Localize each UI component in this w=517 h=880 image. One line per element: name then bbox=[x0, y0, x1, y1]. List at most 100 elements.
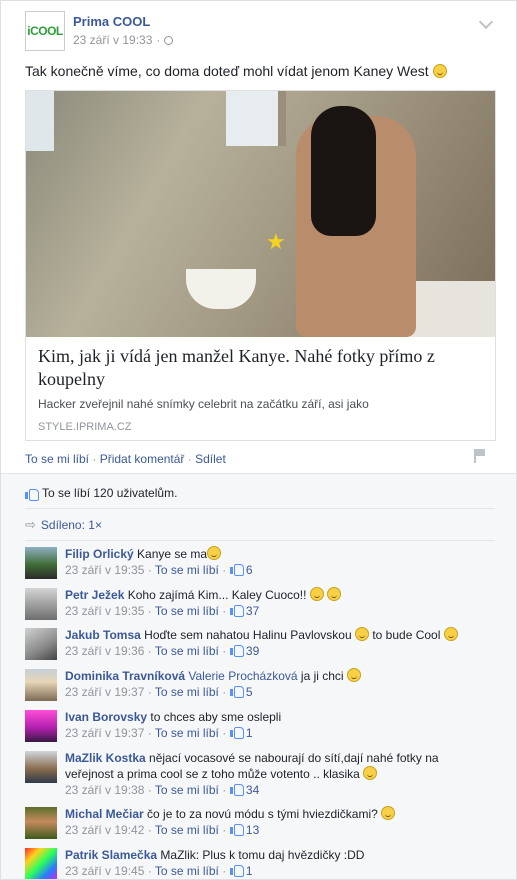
comment-like-count[interactable]: 34 bbox=[246, 783, 259, 797]
comment-like-count[interactable]: 39 bbox=[246, 644, 259, 658]
thumbs-up-icon bbox=[25, 487, 39, 501]
comment-like-link[interactable]: To se mi líbí bbox=[155, 563, 219, 577]
likes-summary-text[interactable]: To se líbí 120 uživatelům. bbox=[42, 486, 177, 500]
photo-bathtub bbox=[406, 281, 495, 337]
comment-body: MaZlik Kostka nějací vocasové se naboura… bbox=[65, 750, 475, 798]
comment-like-link[interactable]: To se mi líbí bbox=[155, 604, 219, 618]
flag-icon[interactable] bbox=[474, 449, 486, 463]
star-icon: ★ bbox=[266, 229, 286, 254]
comment-like-link[interactable]: To se mi líbí bbox=[155, 864, 219, 878]
page-name-link[interactable]: Prima COOL bbox=[73, 14, 150, 29]
comment-like-count[interactable]: 13 bbox=[246, 823, 259, 837]
thumbs-up-icon bbox=[229, 684, 244, 698]
smile-emoji-icon bbox=[381, 806, 396, 820]
comment-like-count[interactable]: 5 bbox=[246, 685, 253, 699]
smile-emoji-icon bbox=[346, 668, 361, 682]
meta-separator: · bbox=[156, 33, 161, 47]
chevron-down-icon[interactable] bbox=[478, 14, 494, 30]
post-card: iCOOL Prima COOL 23 září v 19:33 · Tak k… bbox=[0, 0, 517, 880]
comment-time[interactable]: 23 září v 19:37 bbox=[65, 685, 144, 699]
post-text: Tak konečně víme, co doma doteď mohl víd… bbox=[25, 63, 447, 79]
avatar[interactable] bbox=[25, 710, 57, 742]
smile-emoji-icon bbox=[443, 627, 458, 641]
photo-window bbox=[226, 91, 286, 146]
divider bbox=[25, 508, 495, 509]
comment-author[interactable]: MaZlik Kostka bbox=[65, 751, 146, 765]
like-action[interactable]: To se mi líbí bbox=[25, 452, 89, 466]
comment-like-link[interactable]: To se mi líbí bbox=[155, 823, 219, 837]
comment-like-link[interactable]: To se mi líbí bbox=[155, 726, 219, 740]
comment-mention[interactable]: Valerie Procházková bbox=[188, 669, 297, 683]
avatar[interactable] bbox=[25, 751, 57, 783]
comment-like-count[interactable]: 37 bbox=[246, 604, 259, 618]
comment-body: Michal Mečiar čo je to za novú módu s tý… bbox=[65, 806, 475, 838]
divider bbox=[25, 540, 495, 541]
comment-meta: 23 září v 19:45 · To se mi líbí · 1 bbox=[65, 863, 253, 878]
comment-text: čo je to za novú módu s tými hviezdičkam… bbox=[147, 807, 378, 821]
comment-text: to bude Cool bbox=[372, 628, 441, 642]
comment-author[interactable]: Ivan Borovsky bbox=[65, 710, 147, 724]
comment-body: Ivan Borovsky to chces aby sme oslepli 2… bbox=[65, 709, 475, 741]
thumbs-up-icon bbox=[229, 782, 244, 796]
comment-meta: 23 září v 19:37 · To se mi líbí · 1 bbox=[65, 726, 253, 740]
link-source: STYLE.IPRIMA.CZ bbox=[38, 421, 132, 433]
smile-emoji-icon bbox=[432, 64, 447, 78]
post-timestamp[interactable]: 23 září v 19:33 bbox=[73, 33, 152, 47]
comment-like-link[interactable]: To se mi líbí bbox=[155, 783, 219, 797]
smile-emoji-icon bbox=[363, 766, 378, 780]
comment-author[interactable]: Michal Mečiar bbox=[65, 807, 144, 821]
comment-like-link[interactable]: To se mi líbí bbox=[155, 644, 219, 658]
action-separator: · bbox=[92, 452, 97, 466]
comment-time[interactable]: 23 září v 19:35 bbox=[65, 604, 144, 618]
comment-like-count[interactable]: 1 bbox=[246, 864, 253, 878]
shares-summary[interactable]: ⇨ Sdíleno: 1× bbox=[25, 517, 102, 533]
comment-time[interactable]: 23 září v 19:38 bbox=[65, 783, 144, 797]
comment-text: Hoďte sem nahatou Halinu Pavlovskou bbox=[144, 628, 352, 642]
share-action[interactable]: Sdílet bbox=[195, 452, 226, 466]
link-title[interactable]: Kim, jak ji vídá jen manžel Kanye. Nahé … bbox=[38, 345, 483, 391]
avatar[interactable] bbox=[25, 628, 57, 660]
comment-meta: 23 září v 19:35 · To se mi líbí · 37 bbox=[65, 604, 260, 618]
comment-action[interactable]: Přidat komentář bbox=[100, 452, 185, 466]
comment-body: Jakub Tomsa Hoďte sem nahatou Halinu Pav… bbox=[65, 627, 475, 659]
shares-summary-text[interactable]: Sdíleno: 1× bbox=[41, 518, 102, 532]
photo-hair bbox=[311, 106, 376, 236]
link-image[interactable]: ★ bbox=[26, 91, 495, 337]
comment-author[interactable]: Petr Ježek bbox=[65, 588, 124, 602]
comment-meta: 23 září v 19:38 · To se mi líbí · 34 bbox=[65, 782, 260, 797]
avatar[interactable] bbox=[25, 588, 57, 620]
likes-summary[interactable]: To se líbí 120 uživatelům. bbox=[25, 486, 177, 501]
comment-text: to chces aby sme oslepli bbox=[150, 710, 282, 724]
comment: MaZlik Kostka nějací vocasové se naboura… bbox=[25, 751, 495, 797]
comment-author[interactable]: Dominika Travníková bbox=[65, 669, 185, 683]
page-logo: iCOOL bbox=[27, 24, 63, 38]
smile-emoji-icon bbox=[355, 627, 369, 641]
avatar[interactable] bbox=[25, 669, 57, 701]
thumbs-up-icon bbox=[229, 822, 244, 836]
photo-sink bbox=[186, 269, 256, 309]
page-avatar[interactable]: iCOOL bbox=[25, 11, 65, 51]
comment-author[interactable]: Patrik Slamečka bbox=[65, 848, 157, 862]
link-preview[interactable]: ★ Kim, jak ji vídá jen manžel Kanye. Nah… bbox=[25, 90, 496, 441]
comment-like-count[interactable]: 6 bbox=[246, 563, 253, 577]
comment-time[interactable]: 23 září v 19:37 bbox=[65, 726, 144, 740]
comment-author[interactable]: Jakub Tomsa bbox=[65, 628, 141, 642]
comment-like-link[interactable]: To se mi líbí bbox=[155, 685, 219, 699]
avatar[interactable] bbox=[25, 848, 57, 879]
comment-like-count[interactable]: 1 bbox=[246, 726, 253, 740]
thumbs-up-icon bbox=[229, 562, 244, 576]
comment-time[interactable]: 23 září v 19:36 bbox=[65, 644, 144, 658]
comment-author[interactable]: Filip Orlický bbox=[65, 547, 134, 561]
comment-time[interactable]: 23 září v 19:42 bbox=[65, 823, 144, 837]
avatar[interactable] bbox=[25, 807, 57, 839]
comment-body: Filip Orlický Kanye se ma 23 září v 19:3… bbox=[65, 546, 475, 578]
comment-time[interactable]: 23 září v 19:35 bbox=[65, 563, 144, 577]
comment: Jakub Tomsa Hoďte sem nahatou Halinu Pav… bbox=[25, 627, 495, 668]
photo-window-left bbox=[26, 91, 54, 151]
thumbs-up-icon bbox=[229, 863, 244, 877]
comment: Filip Orlický Kanye se ma 23 září v 19:3… bbox=[25, 546, 495, 587]
comment-time[interactable]: 23 září v 19:45 bbox=[65, 864, 144, 878]
avatar[interactable] bbox=[25, 547, 57, 579]
feedback-section: To se líbí 120 uživatelům. ⇨ Sdíleno: 1×… bbox=[1, 473, 516, 879]
smile-emoji-icon bbox=[207, 546, 222, 560]
